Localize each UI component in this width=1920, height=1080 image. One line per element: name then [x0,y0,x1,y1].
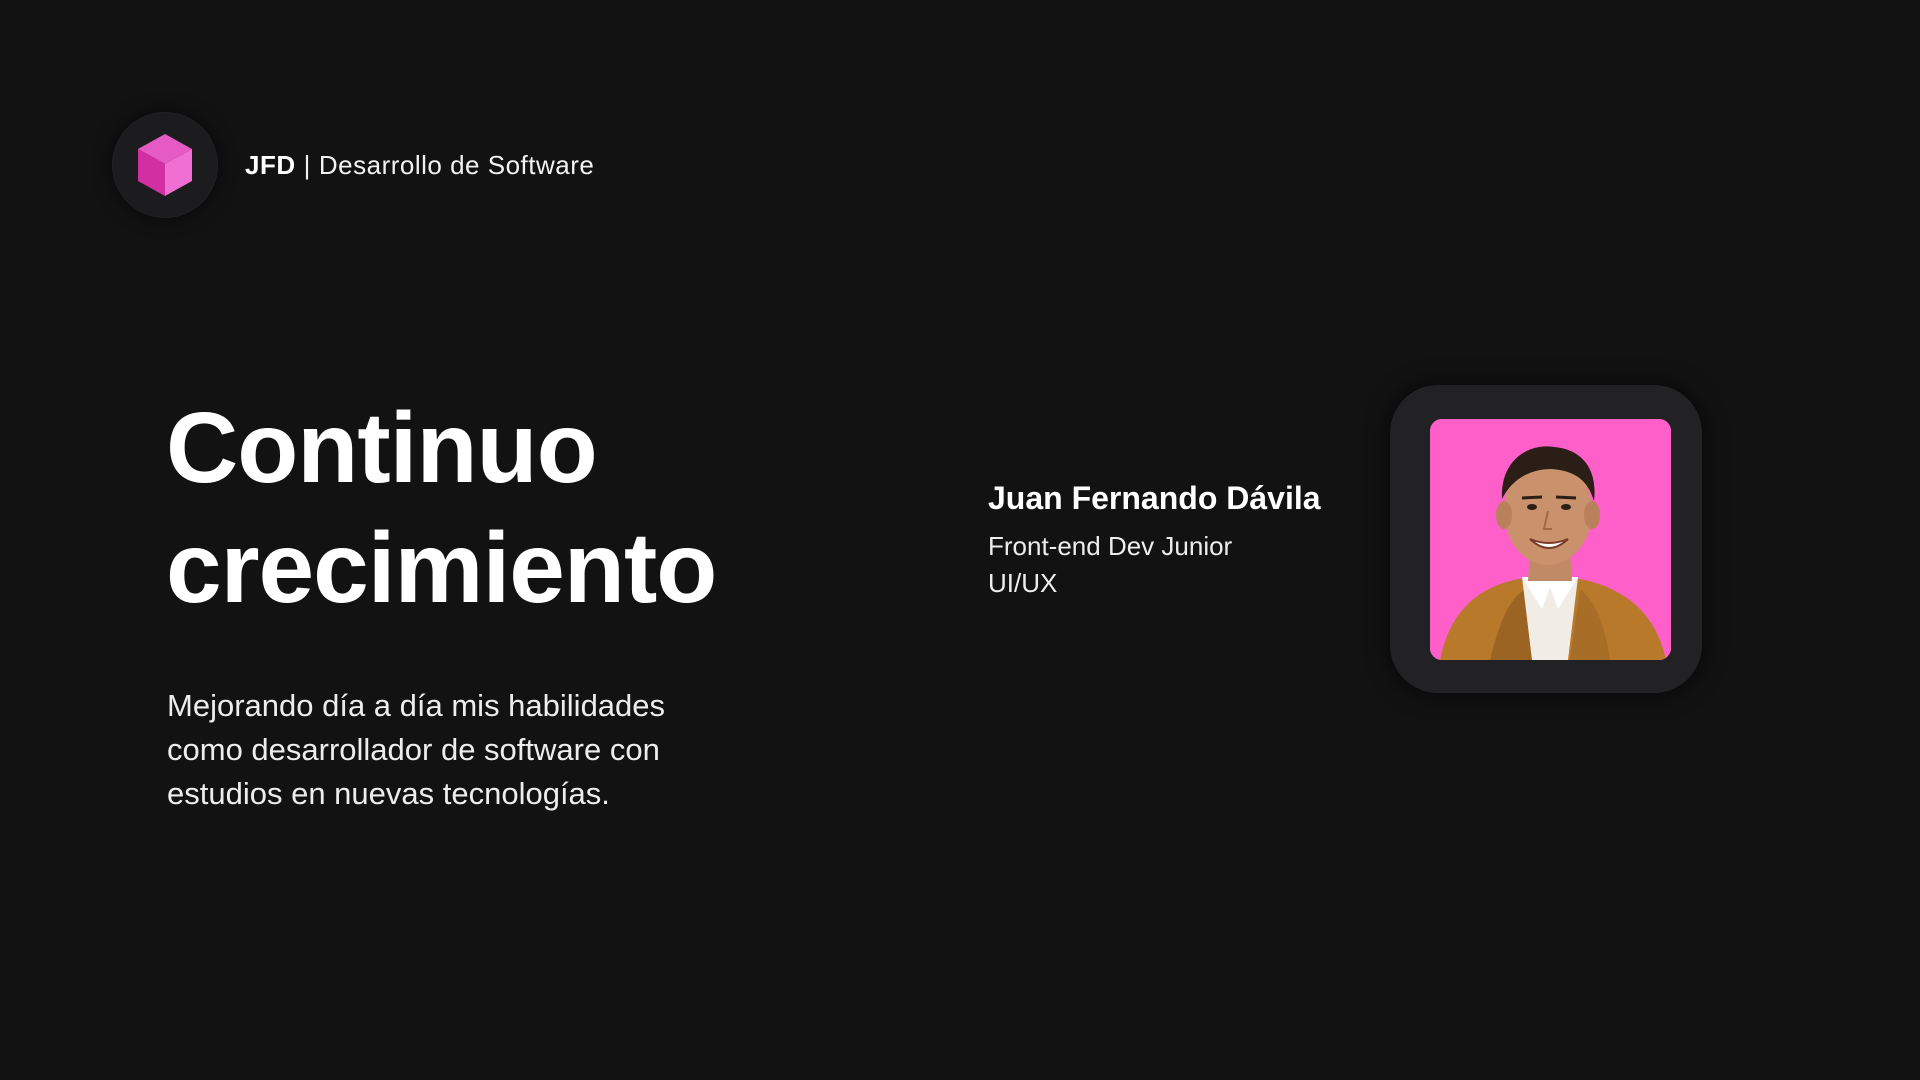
hero-title-line-2: crecimiento [166,512,717,624]
profile-role: Front-end Dev Junior UI/UX [988,528,1321,602]
hero-title: Continuo crecimiento [166,388,717,628]
hero-title-line-1: Continuo [166,392,598,504]
hero-description: Mejorando día a día mis habilidades como… [167,688,666,811]
site-header: JFD | Desarrollo de Software [112,112,594,218]
logo-badge[interactable] [112,112,218,218]
profile-info: Juan Fernando Dávila Front-end Dev Junio… [988,476,1321,602]
landing-page: JFD | Desarrollo de Software Continuo crec… [0,0,1920,1080]
brand-separator: | [303,149,311,180]
brand-text: JFD | Desarrollo de Software [245,150,594,181]
profile-role-line-1: Front-end Dev Junior [988,531,1233,561]
person-portrait [1430,419,1671,660]
brand-tagline: Desarrollo de Software [318,149,595,180]
profile-photo [1430,419,1671,660]
brand-initials: JFD [245,149,296,180]
profile-photo-card [1390,385,1702,693]
cube-icon [138,134,192,196]
profile-name: Juan Fernando Dávila [988,480,1321,516]
profile-role-line-2: UI/UX [988,568,1058,598]
